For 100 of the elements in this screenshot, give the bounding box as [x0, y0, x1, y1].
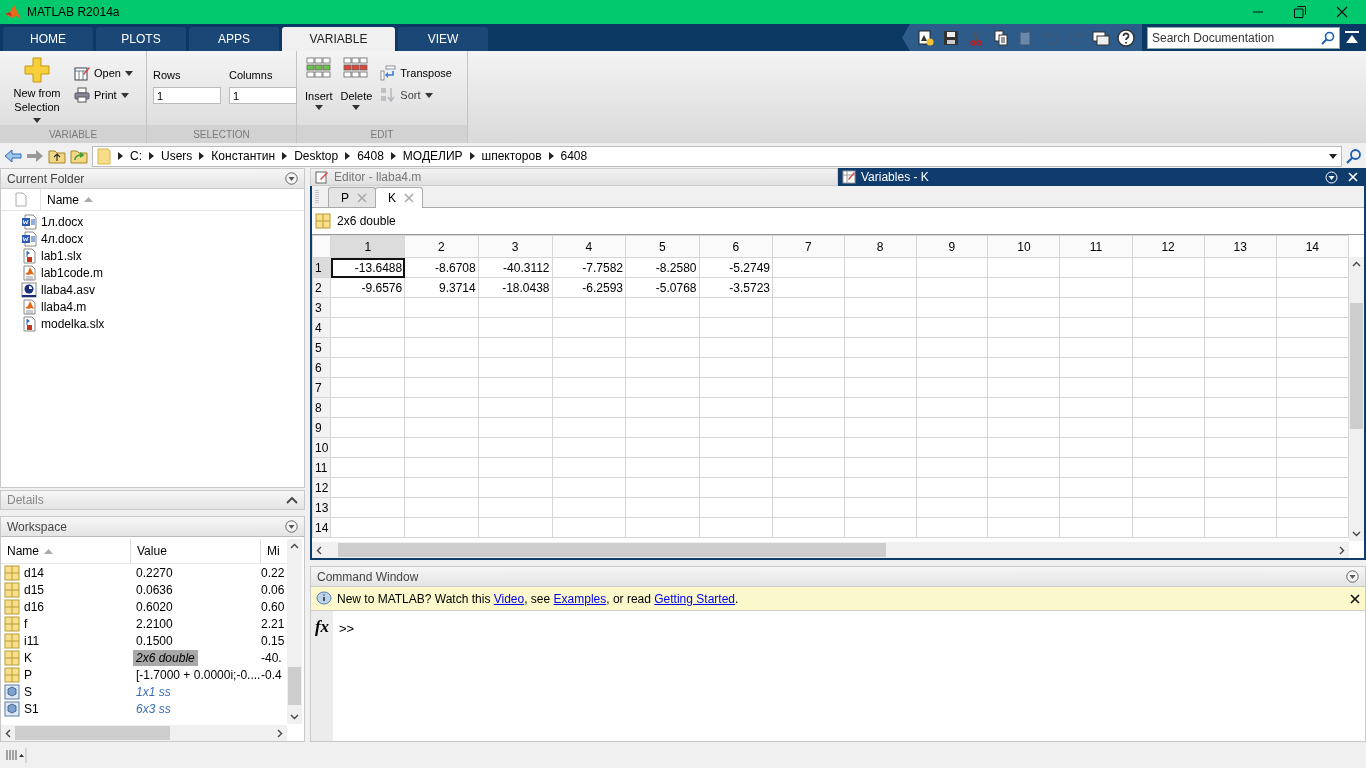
- variable-name[interactable]: d14: [24, 565, 45, 580]
- close-icon[interactable]: [1336, 6, 1348, 18]
- file-name[interactable]: llaba4.m: [41, 299, 87, 314]
- variable-value[interactable]: 2.2100: [133, 615, 176, 632]
- scroll-right-icon[interactable]: [1339, 545, 1345, 555]
- caret-icon[interactable]: [352, 105, 361, 110]
- up-folder-icon[interactable]: [48, 148, 66, 164]
- chevron-icon[interactable]: [282, 152, 288, 160]
- variable-value[interactable]: 0.6020: [133, 598, 176, 615]
- column-header[interactable]: Name: [1, 539, 131, 563]
- chevron-icon[interactable]: [199, 152, 205, 160]
- path-segment[interactable]: Desktop: [294, 149, 339, 163]
- column-header[interactable]: 9: [916, 235, 988, 258]
- grip-icon[interactable]: [315, 189, 319, 205]
- table-cell[interactable]: -8.2580: [625, 257, 700, 278]
- chevron-icon[interactable]: [469, 152, 475, 160]
- row-header[interactable]: 2: [312, 277, 331, 298]
- dropdown-icon[interactable]: [1329, 153, 1337, 159]
- variable-value[interactable]: 0.1500: [133, 632, 176, 649]
- path-segment[interactable]: МОДЕЛИР: [402, 149, 463, 163]
- text-link[interactable]: Getting Started: [654, 591, 735, 606]
- vertical-scrollbar[interactable]: [1349, 257, 1364, 541]
- column-header[interactable]: 14: [1276, 235, 1349, 258]
- delete-button[interactable]: Delete: [336, 57, 377, 125]
- print-button[interactable]: Print: [70, 87, 137, 103]
- row-header[interactable]: 5: [312, 337, 331, 358]
- column-header[interactable]: 2: [404, 235, 479, 258]
- close-icon[interactable]: [1350, 593, 1360, 604]
- windows-icon[interactable]: [1092, 28, 1110, 47]
- variable-value[interactable]: 2x6 double: [133, 649, 198, 666]
- copy-icon[interactable]: [992, 28, 1010, 47]
- scroll-up-icon[interactable]: [1352, 261, 1361, 267]
- variable-name[interactable]: f: [24, 616, 28, 631]
- row-header[interactable]: 10: [312, 437, 331, 458]
- table-cell[interactable]: -3.5723: [699, 277, 773, 298]
- column-header[interactable]: 5: [625, 235, 700, 258]
- variable-name[interactable]: i11: [24, 633, 40, 648]
- file-name[interactable]: lab1code.m: [41, 265, 104, 280]
- horizontal-scrollbar[interactable]: [1, 725, 287, 741]
- caret-icon[interactable]: [124, 70, 133, 76]
- column-header[interactable]: 12: [1132, 235, 1205, 258]
- back-icon[interactable]: [4, 149, 22, 163]
- maximize-icon[interactable]: [1294, 6, 1306, 18]
- scroll-left-icon[interactable]: [316, 545, 322, 555]
- vertical-scrollbar[interactable]: [287, 539, 302, 724]
- variable-name[interactable]: d16: [24, 599, 45, 614]
- panel-menu-icon[interactable]: [285, 520, 298, 533]
- row-header[interactable]: 7: [312, 377, 331, 398]
- search-icon[interactable]: [1321, 30, 1335, 45]
- path-segment[interactable]: 6408: [357, 149, 384, 163]
- ribbon-tab[interactable]: VARIABLE: [282, 27, 395, 51]
- status-grip-icon[interactable]: [5, 747, 27, 763]
- table-cell[interactable]: 9.3714: [404, 277, 479, 298]
- table-cell[interactable]: -40.3112: [478, 257, 553, 278]
- column-header[interactable]: Mi: [261, 539, 287, 563]
- file-name[interactable]: 1л.docx: [41, 214, 84, 229]
- variable-value[interactable]: 0.0636: [133, 581, 176, 598]
- column-header[interactable]: 8: [844, 235, 917, 258]
- column-header[interactable]: 1: [330, 235, 405, 258]
- scroll-up-icon[interactable]: [290, 543, 299, 549]
- row-header[interactable]: 8: [312, 397, 331, 418]
- input-field[interactable]: 1: [229, 87, 297, 104]
- table-cell[interactable]: -13.6488: [330, 257, 405, 278]
- help-icon[interactable]: [1117, 28, 1135, 47]
- file-name[interactable]: lab1.slx: [41, 248, 82, 263]
- function-button[interactable]: fx: [314, 617, 330, 637]
- new-file-icon[interactable]: [917, 28, 935, 47]
- table-cell[interactable]: -5.0768: [625, 277, 700, 298]
- variable-name[interactable]: d15: [24, 582, 45, 597]
- variable-name[interactable]: K: [24, 650, 32, 665]
- scrollbar-thumb[interactable]: [288, 667, 301, 705]
- scrollbar-thumb[interactable]: [15, 726, 170, 740]
- document-tab[interactable]: P: [328, 187, 376, 207]
- column-header[interactable]: 3: [478, 235, 553, 258]
- ribbon-tab[interactable]: HOME: [3, 27, 93, 51]
- variable-value[interactable]: 0.2270: [133, 564, 176, 581]
- column-header[interactable]: Value: [131, 539, 261, 563]
- chevron-icon[interactable]: [390, 152, 396, 160]
- table-cell[interactable]: -8.6708: [404, 257, 479, 278]
- scrollbar-thumb[interactable]: [338, 543, 886, 557]
- row-header[interactable]: 13: [312, 497, 331, 518]
- ribbon-tab[interactable]: PLOTS: [96, 27, 186, 51]
- chevron-icon[interactable]: [118, 152, 123, 160]
- row-header[interactable]: 1: [312, 257, 331, 278]
- path-field[interactable]: C: Users Константин Desktop 6408 МОДЕЛИР шпекторов 6408: [92, 145, 1342, 167]
- variable-value[interactable]: 6x3 ss: [133, 700, 174, 717]
- chevron-icon[interactable]: [149, 152, 154, 160]
- column-header[interactable]: 10: [987, 235, 1060, 258]
- column-header[interactable]: 13: [1204, 235, 1277, 258]
- ribbon-tab[interactable]: APPS: [189, 27, 279, 51]
- row-header[interactable]: 6: [312, 357, 331, 378]
- chevron-icon[interactable]: [345, 152, 351, 160]
- table-cell[interactable]: -6.2593: [552, 277, 626, 298]
- ribbon-tab[interactable]: VIEW: [398, 27, 488, 51]
- new-from-selection-button[interactable]: New from Selection: [4, 57, 70, 125]
- path-segment[interactable]: C:: [130, 149, 142, 163]
- open-button[interactable]: Open: [70, 65, 137, 81]
- table-cell[interactable]: -9.6576: [330, 277, 405, 298]
- save-icon[interactable]: [942, 28, 960, 47]
- file-name[interactable]: llaba4.asv: [41, 282, 96, 297]
